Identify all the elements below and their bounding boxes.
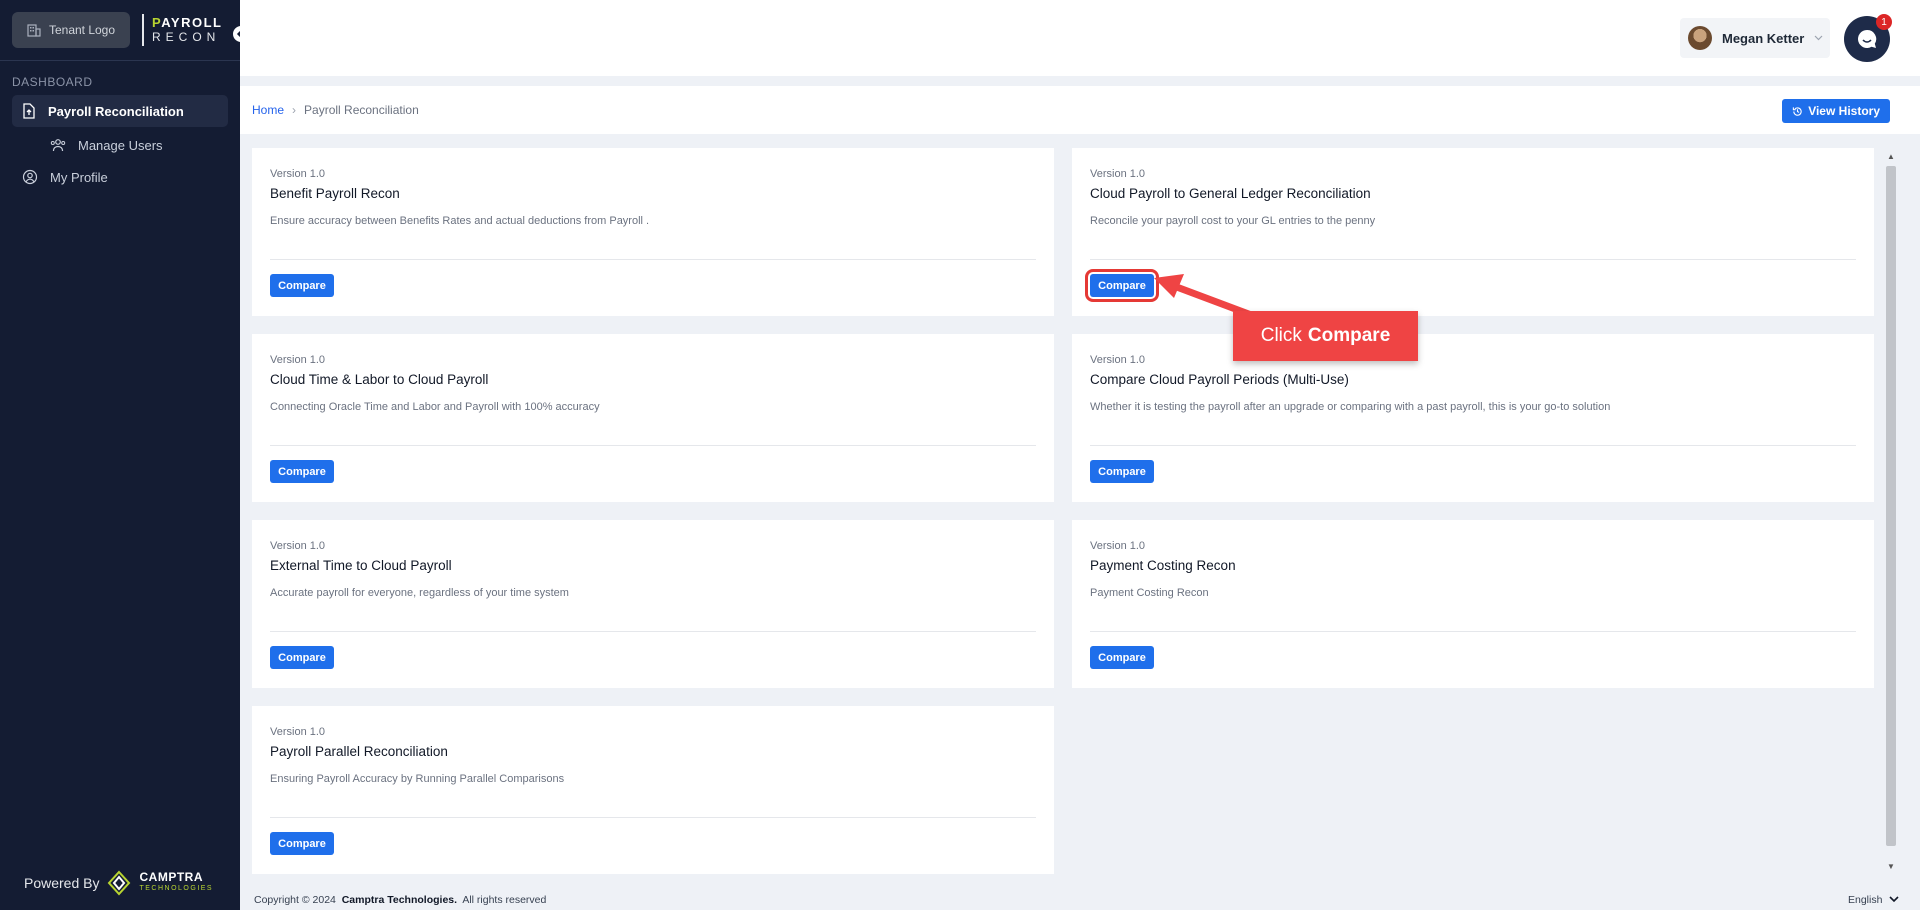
language-select[interactable]: English: [1848, 894, 1899, 906]
scrollbar-thumb[interactable]: [1886, 166, 1896, 846]
view-history-label: View History: [1808, 104, 1880, 118]
breadcrumb-current: Payroll Reconciliation: [304, 103, 419, 117]
card-description: Ensuring Payroll Accuracy by Running Par…: [270, 773, 565, 785]
camptra-logo-icon: [108, 870, 131, 896]
breadcrumb: Home › Payroll Reconciliation View Histo…: [240, 86, 1920, 134]
powered-by: Powered By CAMPTRA TECHNOLOGIES: [24, 870, 213, 896]
compare-button[interactable]: Compare: [270, 832, 334, 855]
chat-bubble-icon: [1858, 29, 1877, 48]
card-divider: [270, 445, 1036, 446]
card-title: Payment Costing Recon: [1090, 558, 1236, 573]
camptra-name: CAMPTRA: [139, 870, 203, 884]
card-version: Version 1.0: [270, 540, 326, 552]
footer: Copyright © 2024 Camptra Technologies. A…: [254, 894, 546, 906]
card-title: Payroll Parallel Reconciliation: [270, 744, 448, 759]
card-title: External Time to Cloud Payroll: [270, 558, 452, 573]
sidebar-item-label: Manage Users: [78, 137, 163, 153]
card-description: Connecting Oracle Time and Labor and Pay…: [270, 401, 600, 413]
callout-prefix: Click: [1260, 325, 1302, 346]
card-title: Benefit Payroll Recon: [270, 186, 400, 201]
card-divider: [1090, 445, 1856, 446]
sidebar: Tenant Logo PAYROLL RECON DASHBOARD Payr…: [0, 0, 240, 910]
card-version: Version 1.0: [270, 726, 326, 738]
footer-rights: All rights reserved: [462, 894, 547, 906]
brand-top: AYROLL: [161, 15, 223, 30]
card-title: Cloud Time & Labor to Cloud Payroll: [270, 372, 489, 387]
card-description: Ensure accuracy between Benefits Rates a…: [270, 215, 650, 227]
callout-tooltip: Click Compare: [1233, 311, 1418, 361]
recon-card-payment-costing: Version 1.0 Payment Costing Recon Paymen…: [1072, 520, 1874, 688]
card-title: Compare Cloud Payroll Periods (Multi-Use…: [1090, 372, 1349, 387]
card-version: Version 1.0: [1090, 354, 1146, 366]
camptra-sub: TECHNOLOGIES: [139, 885, 214, 892]
recon-card-external-time: Version 1.0 External Time to Cloud Payro…: [252, 520, 1054, 688]
tenant-logo: Tenant Logo: [12, 12, 130, 48]
compare-button[interactable]: Compare: [270, 460, 334, 483]
view-history-button[interactable]: View History: [1782, 99, 1890, 123]
card-divider: [270, 817, 1036, 818]
footer-company: Camptra Technologies.: [341, 894, 458, 906]
user-name: Megan Ketter: [1722, 30, 1805, 46]
card-version: Version 1.0: [270, 354, 326, 366]
building-icon: [27, 24, 41, 37]
card-divider: [270, 631, 1036, 632]
tenant-logo-label: Tenant Logo: [48, 23, 116, 37]
brand-area: Tenant Logo PAYROLL RECON: [0, 0, 240, 60]
recon-card-time-labor: Version 1.0 Cloud Time & Labor to Cloud …: [252, 334, 1054, 502]
recon-card-benefit-payroll: Version 1.0 Benefit Payroll Recon Ensure…: [252, 148, 1054, 316]
brand-divider: [142, 14, 144, 46]
user-menu[interactable]: Megan Ketter: [1680, 18, 1830, 58]
camptra-logo: CAMPTRA TECHNOLOGIES: [139, 870, 214, 894]
card-description: Accurate payroll for everyone, regardles…: [270, 587, 569, 599]
sidebar-item-label: My Profile: [50, 169, 108, 185]
compare-button[interactable]: Compare: [270, 274, 334, 297]
card-version: Version 1.0: [270, 168, 326, 180]
compare-button[interactable]: Compare: [1090, 460, 1154, 483]
recon-card-payroll-parallel: Version 1.0 Payroll Parallel Reconciliat…: [252, 706, 1054, 874]
notification-badge: 1: [1876, 14, 1892, 30]
card-divider: [1090, 259, 1856, 260]
scroll-down-icon[interactable]: ▼: [1886, 862, 1896, 872]
card-description: Payment Costing Recon: [1090, 587, 1209, 599]
breadcrumb-home-link[interactable]: Home: [252, 103, 284, 117]
card-description: Whether it is testing the payroll after …: [1090, 401, 1611, 413]
card-version: Version 1.0: [1090, 168, 1146, 180]
user-circle-icon: [22, 169, 38, 185]
top-header: Megan Ketter 1: [240, 0, 1920, 76]
sidebar-item-payroll-reconciliation[interactable]: Payroll Reconciliation: [12, 95, 228, 127]
recon-card-compare-periods: Version 1.0 Compare Cloud Payroll Period…: [1072, 334, 1874, 502]
sidebar-item-label: Payroll Reconciliation: [48, 103, 184, 119]
sidebar-item-manage-users[interactable]: Manage Users: [12, 129, 228, 161]
section-label: DASHBOARD: [12, 75, 93, 89]
history-icon: [1793, 106, 1802, 116]
brand-letter: P: [152, 15, 162, 30]
users-icon: [50, 139, 66, 152]
powered-by-label: Powered By: [24, 875, 100, 891]
callout-bold: Compare: [1307, 325, 1391, 346]
breadcrumb-separator: ›: [292, 103, 297, 117]
scroll-up-icon[interactable]: ▲: [1886, 152, 1896, 162]
card-divider: [1090, 631, 1856, 632]
chat-button[interactable]: 1: [1844, 14, 1892, 62]
file-upload-icon: [23, 103, 35, 119]
card-title: Cloud Payroll to General Ledger Reconcil…: [1090, 186, 1371, 201]
avatar: [1688, 26, 1712, 50]
card-divider: [270, 259, 1036, 260]
payroll-recon-logo: PAYROLL RECON: [152, 15, 223, 45]
compare-button[interactable]: Compare: [270, 646, 334, 669]
card-version: Version 1.0: [1090, 540, 1146, 552]
footer-copyright: Copyright © 2024: [254, 894, 336, 906]
card-description: Reconcile your payroll cost to your GL e…: [1090, 215, 1376, 227]
compare-button[interactable]: Compare: [1090, 646, 1154, 669]
chevron-down-icon: [1814, 35, 1823, 41]
sidebar-item-my-profile[interactable]: My Profile: [12, 161, 228, 193]
brand-bottom: RECON: [152, 30, 221, 44]
language-label: English: [1848, 894, 1883, 906]
chevron-down-icon: [1889, 896, 1899, 903]
